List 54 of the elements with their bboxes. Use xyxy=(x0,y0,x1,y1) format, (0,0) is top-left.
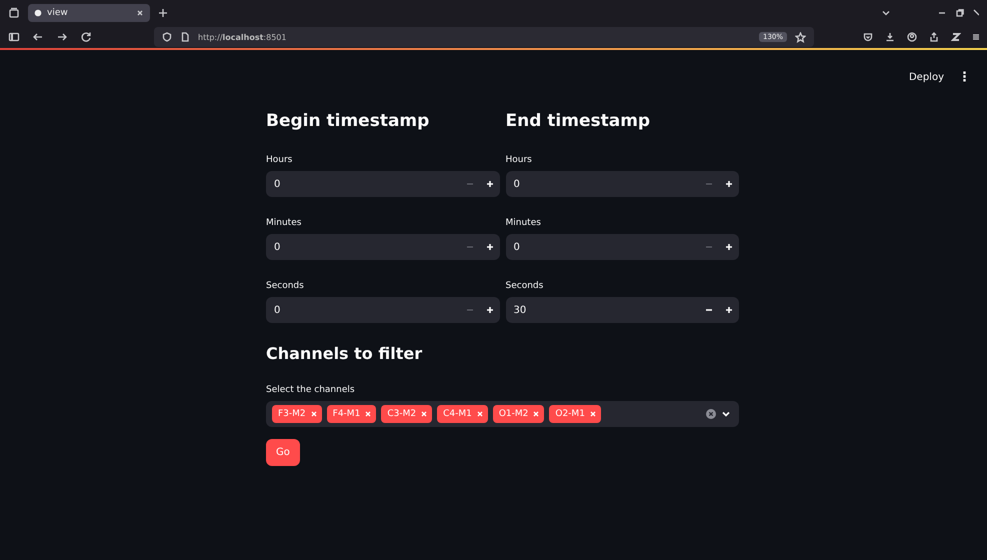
section-heading: Channels to filter xyxy=(266,344,422,363)
plus-icon[interactable] xyxy=(725,180,733,188)
plus-icon[interactable] xyxy=(486,243,494,251)
number-input[interactable]: 0 xyxy=(266,171,500,197)
menu-icon[interactable] xyxy=(973,32,979,42)
reload-icon[interactable] xyxy=(80,31,92,43)
restore-icon[interactable] xyxy=(955,8,965,18)
field-label: Hours xyxy=(266,155,292,165)
field-label: Hours xyxy=(506,155,532,165)
section-heading: Begin timestamp xyxy=(266,111,430,131)
more-menu-button[interactable]: ⋮ xyxy=(958,70,971,85)
download-icon[interactable] xyxy=(885,32,895,42)
clear-icon[interactable] xyxy=(706,409,716,419)
plus-icon[interactable] xyxy=(486,306,494,314)
extension-icon[interactable] xyxy=(951,32,961,42)
number-input[interactable]: 0 xyxy=(506,234,739,260)
shield-icon xyxy=(162,32,172,42)
back-arrow-icon[interactable] xyxy=(32,31,44,43)
chevron-down-icon[interactable] xyxy=(881,8,891,18)
new-tab-icon[interactable] xyxy=(158,8,168,18)
number-input[interactable]: 0 xyxy=(266,234,500,260)
remove-icon[interactable] xyxy=(310,411,317,417)
remove-icon[interactable] xyxy=(590,411,596,417)
field-label: Select the channels xyxy=(266,385,355,395)
number-input[interactable]: 30 xyxy=(506,297,739,323)
remove-icon[interactable] xyxy=(476,411,483,417)
account-icon[interactable] xyxy=(907,32,917,42)
field-label: Seconds xyxy=(506,281,544,291)
bookmark-star-icon[interactable] xyxy=(795,32,806,42)
share-icon[interactable] xyxy=(929,32,939,42)
deploy-button[interactable]: Deploy xyxy=(908,72,944,83)
remove-icon[interactable] xyxy=(533,411,540,417)
field-label: Seconds xyxy=(266,281,304,291)
minus-icon[interactable] xyxy=(705,306,713,314)
plus-icon[interactable] xyxy=(486,180,494,188)
section-heading: End timestamp xyxy=(506,111,650,131)
chevron-down-icon[interactable] xyxy=(721,409,731,419)
page-icon xyxy=(180,32,190,42)
plus-icon[interactable] xyxy=(725,243,733,251)
tab-list-icon[interactable] xyxy=(8,7,20,19)
remove-icon[interactable] xyxy=(421,411,428,417)
number-input[interactable]: 0 xyxy=(506,171,739,197)
browser-tab[interactable]: view xyxy=(28,4,150,22)
pocket-icon[interactable] xyxy=(863,32,873,42)
number-input[interactable]: 0 xyxy=(266,297,500,323)
page-icon xyxy=(34,9,42,17)
plus-icon[interactable] xyxy=(725,306,733,314)
forward-arrow-icon[interactable] xyxy=(56,31,68,43)
remove-icon[interactable] xyxy=(365,411,372,417)
url-text: http://localhost:8501 xyxy=(198,32,288,42)
field-label: Minutes xyxy=(266,218,302,228)
tab-title: view xyxy=(47,8,69,18)
sidebar-icon[interactable] xyxy=(8,31,20,43)
field-label: Minutes xyxy=(506,218,541,228)
